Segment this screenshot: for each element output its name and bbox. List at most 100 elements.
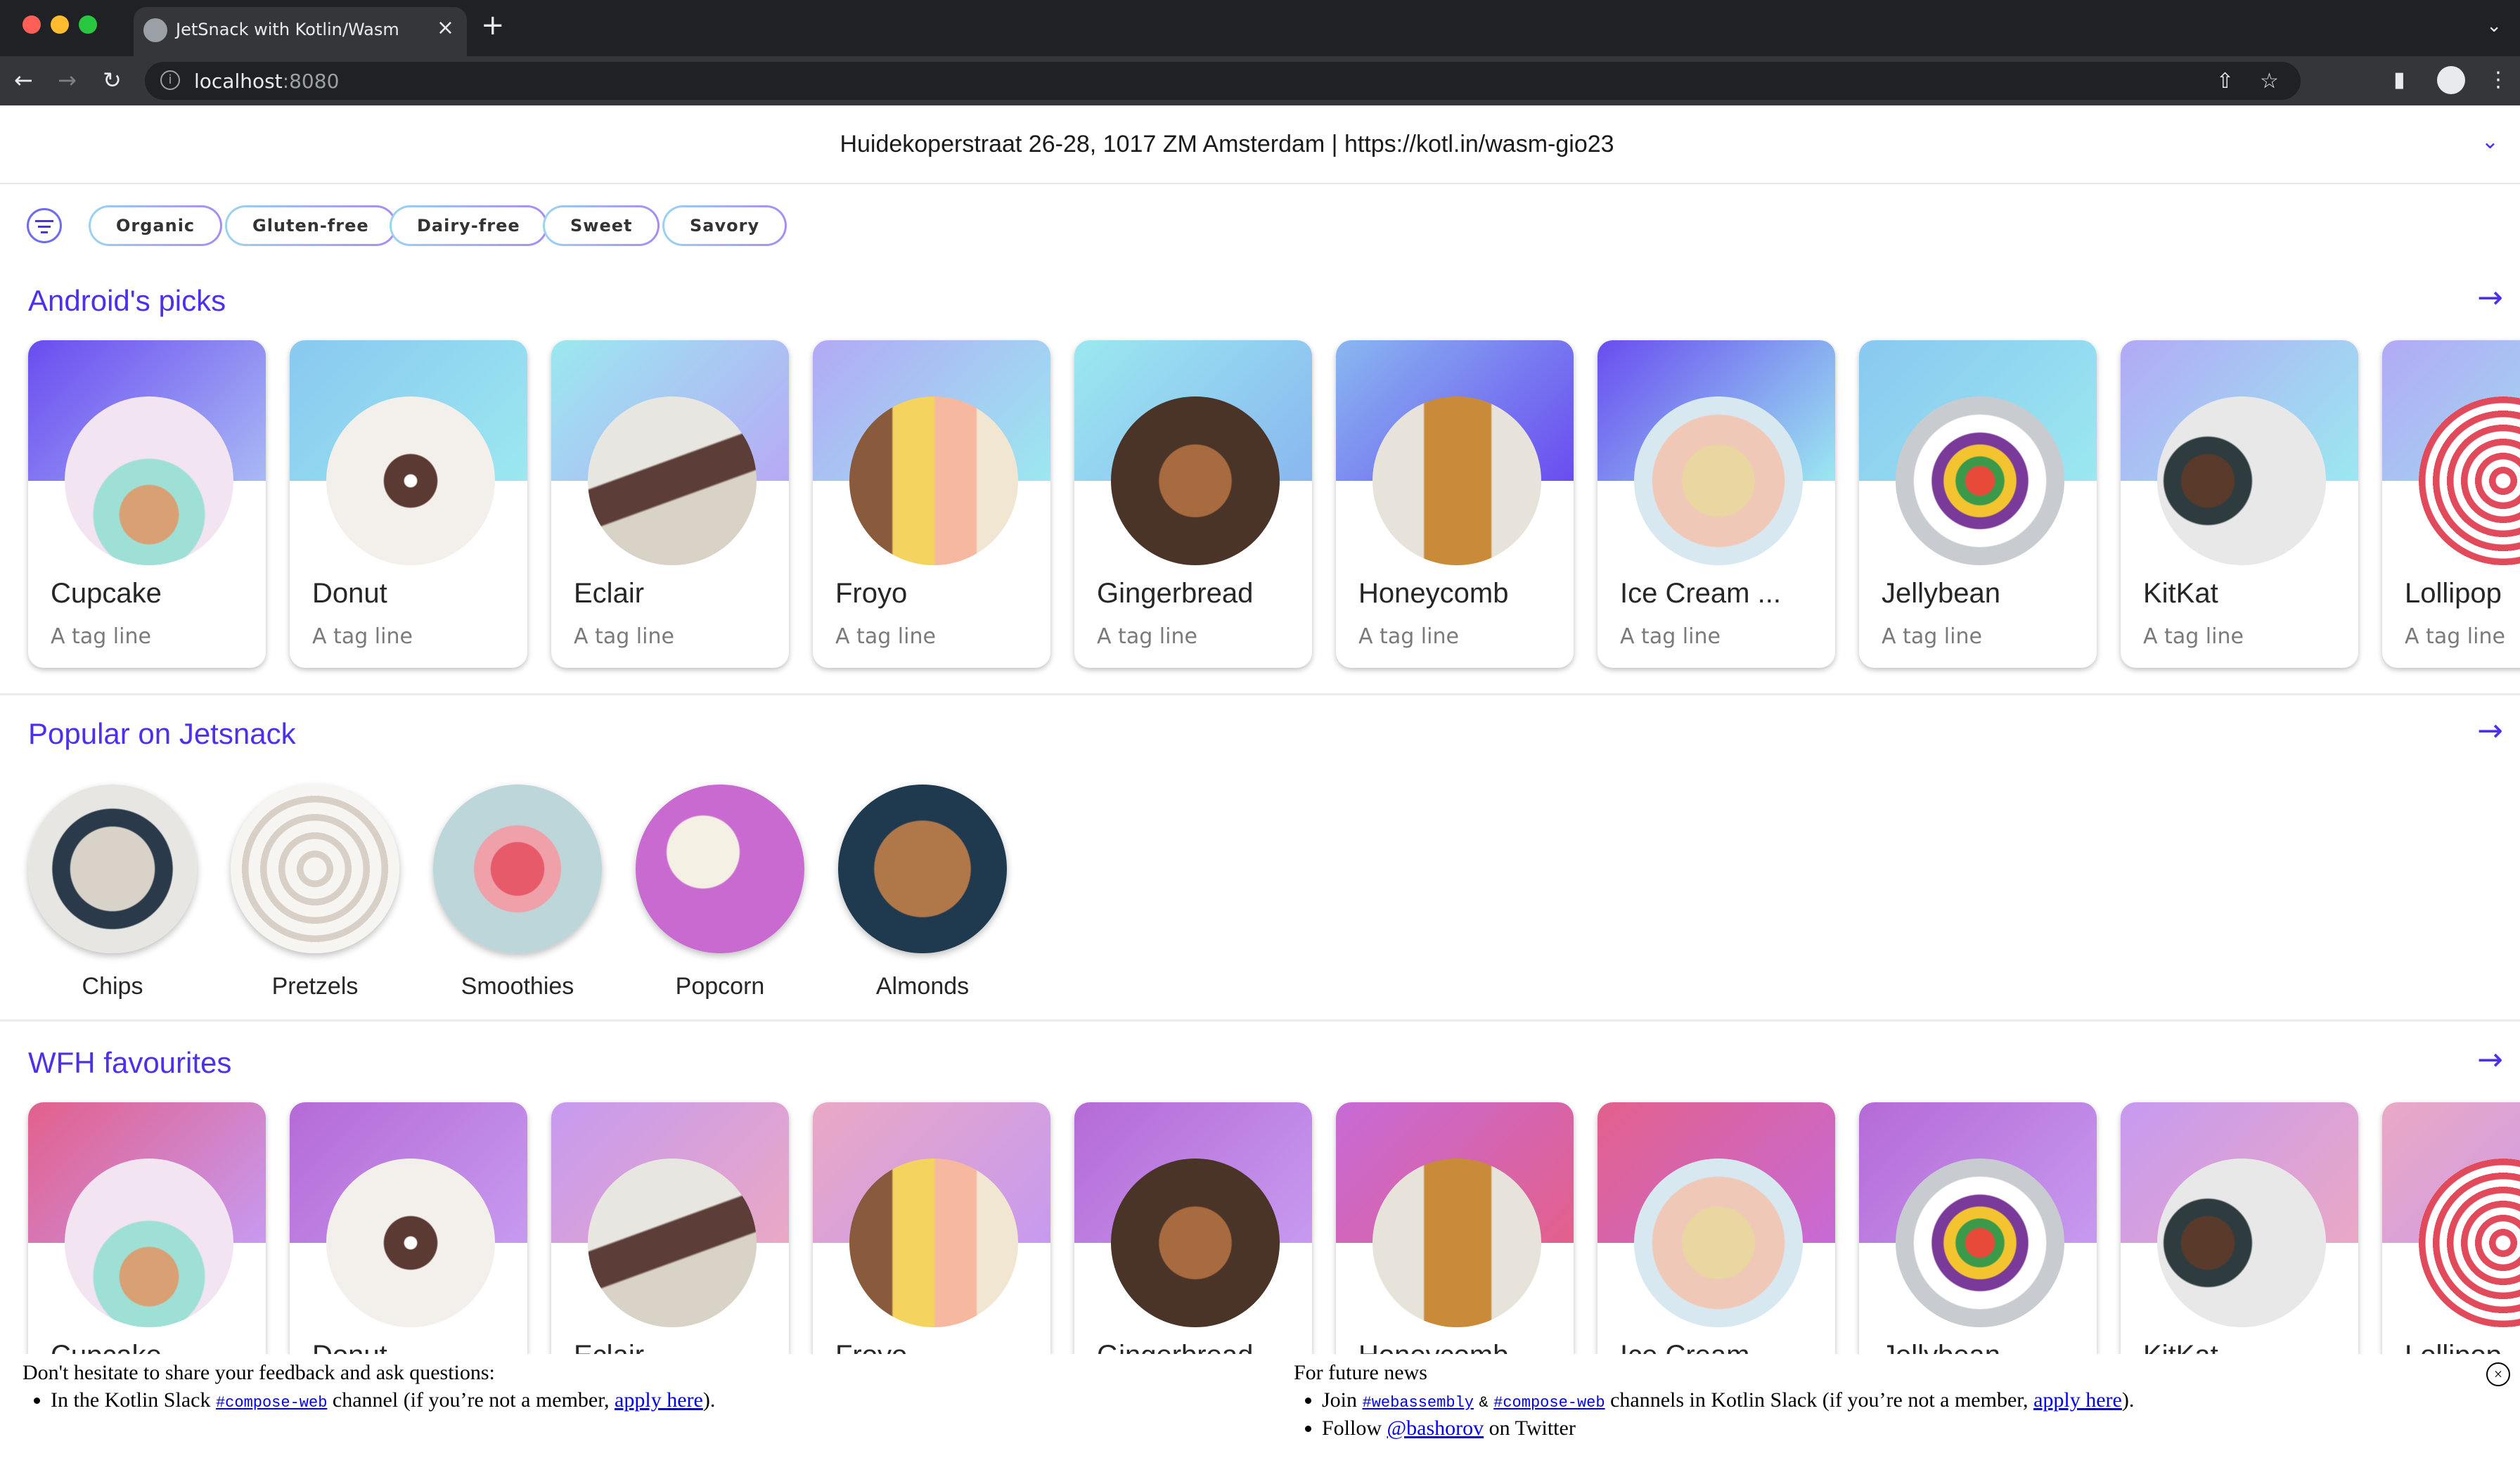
popular-item-name: Smoothies (461, 973, 574, 1000)
popcorn-image (636, 785, 804, 953)
snack-card[interactable]: Lollipop A tag line (2382, 340, 2520, 668)
popular-item-name: Popcorn (675, 973, 765, 1000)
info-icon[interactable]: i (160, 70, 180, 90)
snack-name: KitKat (2143, 578, 2218, 609)
filter-chip-gluten-free[interactable]: Gluten-free (225, 205, 397, 246)
snack-card[interactable]: Ice Cream ... A tag line (1598, 340, 1835, 668)
arrow-right-icon[interactable]: → (2477, 280, 2503, 316)
share-icon[interactable]: ⇧ (2216, 69, 2234, 93)
snack-tagline: A tag line (51, 624, 151, 649)
popular-item-name: Chips (82, 973, 143, 1000)
cupcake-image (65, 396, 233, 565)
new-tab-button[interactable]: + (481, 11, 505, 39)
snack-name: Eclair (574, 578, 645, 609)
news-heading: For future news (1294, 1361, 1427, 1384)
compose-web-channel-link[interactable]: #compose-web (216, 1394, 327, 1412)
twitter-handle-link[interactable]: @bashorov (1387, 1417, 1484, 1440)
kitkat-image (2157, 1159, 2326, 1327)
donut-image (326, 1159, 495, 1327)
snack-name: Froyo (835, 578, 908, 609)
section-divider (0, 693, 2520, 695)
news-follow-item: Follow @bashorov on Twitter (1322, 1416, 2134, 1441)
snack-tagline: A tag line (574, 624, 674, 649)
snack-name: Honeycomb (1358, 578, 1509, 609)
filter-chip-organic[interactable]: Organic (89, 205, 223, 246)
section-divider (0, 1019, 2520, 1021)
popular-item[interactable]: Chips (28, 785, 197, 1000)
apply-here-link[interactable]: apply here (615, 1388, 703, 1412)
news-join-item: Join #webassembly & #compose-web channel… (1322, 1388, 2134, 1416)
filter-chip-sweet[interactable]: Sweet (543, 205, 660, 246)
snack-tagline: A tag line (1358, 624, 1459, 649)
maximize-window-button[interactable] (79, 15, 97, 34)
snack-tagline: A tag line (1097, 624, 1197, 649)
section-title-androids-picks: Android's picks (28, 284, 226, 317)
minimize-window-button[interactable] (51, 15, 69, 34)
snack-name: Cupcake (51, 578, 162, 609)
froyo-image (849, 396, 1018, 565)
snack-tagline: A tag line (835, 624, 936, 649)
snack-card[interactable]: Eclair A tag line (551, 340, 789, 668)
back-arrow-icon[interactable]: ← (14, 66, 33, 94)
sidebar-icon[interactable]: ▮ (2393, 67, 2405, 92)
chevron-down-icon[interactable]: ⌄ (2486, 15, 2502, 37)
compose-web-channel-link[interactable]: #compose-web (1493, 1394, 1605, 1412)
snack-card[interactable]: Froyo A tag line (813, 340, 1050, 668)
cupcake-image (65, 1159, 233, 1327)
popular-item[interactable]: Pretzels (231, 785, 399, 1000)
close-icon[interactable]: × (2486, 1362, 2510, 1386)
apply-here-link[interactable]: apply here (2033, 1388, 2122, 1412)
donut-image (326, 396, 495, 565)
popular-item[interactable]: Almonds (838, 785, 1007, 1000)
url-text: localhost:8080 (194, 70, 340, 93)
webassembly-channel-link[interactable]: #webassembly (1363, 1394, 1474, 1412)
browser-tab[interactable]: JetSnack with Kotlin/Wasm × (134, 7, 467, 56)
close-window-button[interactable] (22, 15, 41, 34)
snack-name: Jellybean (1882, 578, 2001, 609)
forward-arrow-icon[interactable]: → (58, 66, 77, 94)
destination-bar[interactable]: Huidekoperstraat 26-28, 1017 ZM Amsterda… (0, 105, 2520, 184)
popular-item-name: Almonds (875, 973, 970, 1000)
address-bar[interactable]: i localhost:8080 ⇧ ☆ (145, 62, 2301, 100)
reload-icon[interactable]: ↻ (103, 66, 122, 94)
filter-chip-savory[interactable]: Savory (662, 205, 788, 246)
snack-card[interactable]: Cupcake A tag line (28, 340, 266, 668)
eclair-image (588, 396, 757, 565)
star-icon[interactable]: ☆ (2260, 69, 2279, 93)
arrow-right-icon[interactable]: → (2477, 1042, 2503, 1078)
snack-card[interactable]: Donut A tag line (290, 340, 527, 668)
snack-name: Gingerbread (1097, 578, 1254, 609)
filter-icon[interactable] (27, 208, 62, 243)
snack-card[interactable]: Jellybean A tag line (1859, 340, 2097, 668)
tab-title: JetSnack with Kotlin/Wasm (176, 20, 399, 39)
popular-item-name: Pretzels (271, 973, 359, 1000)
profile-avatar-icon[interactable] (2437, 66, 2465, 94)
ice-cream-sandwich-image (1634, 396, 1803, 565)
browser-toolbar: ← → ↻ i localhost:8080 ⇧ ☆ ▮ ⋮ (0, 56, 2520, 105)
chevron-down-icon[interactable]: ⌄ (2481, 129, 2499, 154)
snack-card[interactable]: Gingerbread A tag line (1074, 340, 1312, 668)
kebab-menu-icon[interactable]: ⋮ (2488, 67, 2509, 92)
close-tab-icon[interactable]: × (437, 15, 454, 40)
chips-image (28, 785, 197, 953)
snack-tagline: A tag line (312, 624, 413, 649)
snack-tagline: A tag line (1620, 624, 1721, 649)
arrow-right-icon[interactable]: → (2477, 713, 2503, 749)
jetsnack-page: Huidekoperstraat 26-28, 1017 ZM Amsterda… (0, 105, 2520, 1458)
globe-icon (143, 18, 167, 42)
feedback-left: Don't hesitate to share your feedback an… (22, 1361, 715, 1416)
snack-name: Ice Cream ... (1620, 578, 1781, 609)
jellybean-image (1896, 396, 2064, 565)
popular-item[interactable]: Popcorn (636, 785, 804, 1000)
snack-tagline: A tag line (2143, 624, 2244, 649)
smoothies-image (433, 785, 602, 953)
filter-chip-dairy-free[interactable]: Dairy-free (390, 205, 548, 246)
jellybean-image (1896, 1159, 2064, 1327)
snack-name: Donut (312, 578, 387, 609)
ice-cream-sandwich-image (1634, 1159, 1803, 1327)
snack-card[interactable]: Honeycomb A tag line (1336, 340, 1574, 668)
gingerbread-image (1111, 1159, 1280, 1327)
eclair-image (588, 1159, 757, 1327)
snack-card[interactable]: KitKat A tag line (2121, 340, 2358, 668)
popular-item[interactable]: Smoothies (433, 785, 602, 1000)
